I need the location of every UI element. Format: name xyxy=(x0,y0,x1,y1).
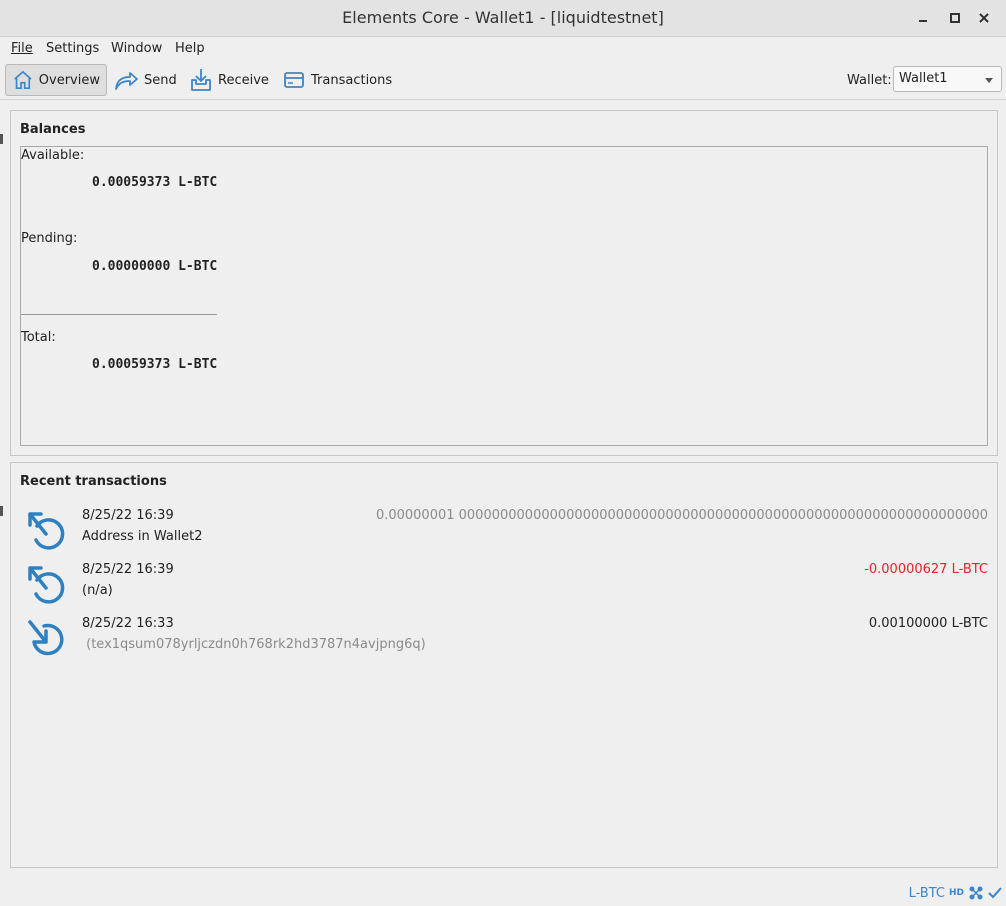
menu-help[interactable]: Help xyxy=(175,41,205,56)
available-label: Available: xyxy=(21,148,85,163)
available-balance: 0.00059373 L-BTC xyxy=(92,175,218,190)
transaction-amount: -0.00000627 L-BTC xyxy=(864,562,988,577)
balances-frame xyxy=(20,146,988,446)
status-bar: L-BTC HD xyxy=(909,884,1002,902)
hd-wallet-icon: HD xyxy=(948,888,964,898)
minimize-button[interactable] xyxy=(914,9,932,27)
pending-label: Pending: xyxy=(21,231,78,246)
transaction-description: (tex1qsum078yrljczdn0h768rk2hd3787n4avjp… xyxy=(82,637,426,652)
menu-bar: File Settings Window Help xyxy=(0,37,1006,61)
transaction-row[interactable]: 8/25/22 16:39 Address in Wallet2 0.00000… xyxy=(20,506,988,556)
close-icon xyxy=(979,13,989,23)
display-unit[interactable]: L-BTC xyxy=(909,886,945,901)
maximize-button[interactable] xyxy=(946,9,964,27)
wallet-select[interactable]: Wallet1 xyxy=(893,66,1002,92)
chevron-down-icon xyxy=(985,78,993,83)
balances-title: Balances xyxy=(20,122,86,137)
tab-send-label: Send xyxy=(144,72,177,88)
transaction-date: 8/25/22 16:33 xyxy=(82,616,174,631)
tab-receive-label: Receive xyxy=(218,72,269,88)
transaction-received-icon xyxy=(28,620,64,656)
menu-help-label: Help xyxy=(175,41,205,56)
network-icon[interactable] xyxy=(968,885,984,901)
pending-balance: 0.00000000 L-BTC xyxy=(92,259,218,274)
splitter-handle xyxy=(0,506,3,516)
tab-transactions-label: Transactions xyxy=(311,72,393,88)
tab-transactions[interactable]: Transactions xyxy=(276,64,398,96)
menu-window-label: Window xyxy=(111,41,163,56)
total-label: Total: xyxy=(21,330,56,345)
tab-send[interactable]: Send xyxy=(107,64,183,96)
menu-settings[interactable]: Settings xyxy=(46,41,99,56)
tab-overview-label: Overview xyxy=(38,72,100,88)
transaction-row[interactable]: 8/25/22 16:33 (tex1qsum078yrljczdn0h768r… xyxy=(20,614,988,664)
maximize-icon xyxy=(950,13,960,23)
tab-overview[interactable]: Overview xyxy=(5,64,107,96)
card-icon xyxy=(284,72,304,88)
menu-file[interactable]: File xyxy=(11,41,33,56)
tab-receive[interactable]: Receive xyxy=(183,64,275,96)
close-button[interactable] xyxy=(975,9,993,27)
receive-tray-icon xyxy=(191,69,211,91)
transaction-sent-icon xyxy=(28,512,65,550)
home-icon xyxy=(14,70,32,89)
synced-checkmark-icon xyxy=(988,887,1002,899)
transaction-date: 8/25/22 16:39 xyxy=(82,562,174,577)
splitter-handle xyxy=(0,134,3,144)
transaction-description: (n/a) xyxy=(82,583,113,598)
transaction-amount: 0.00000001 00000000000000000000000000000… xyxy=(375,508,988,523)
minimize-icon xyxy=(919,20,927,22)
menu-file-label: File xyxy=(11,41,33,56)
balance-divider xyxy=(21,314,217,315)
transaction-sent-icon xyxy=(28,566,65,604)
transaction-description: Address in Wallet2 xyxy=(82,529,203,544)
menu-settings-label: Settings xyxy=(46,41,100,56)
window-title: Elements Core - Wallet1 - [liquidtestnet… xyxy=(342,8,664,27)
total-balance: 0.00059373 L-BTC xyxy=(92,357,218,372)
toolbar: Overview Send Receive Transactions Walle… xyxy=(0,62,1006,100)
transaction-date: 8/25/22 16:39 xyxy=(82,508,174,523)
wallet-label: Wallet: xyxy=(847,73,892,88)
send-arrow-icon xyxy=(115,72,138,90)
menu-window[interactable]: Window xyxy=(111,41,162,56)
recent-transactions-title: Recent transactions xyxy=(20,474,167,489)
wallet-select-value: Wallet1 xyxy=(899,71,948,86)
title-bar: Elements Core - Wallet1 - [liquidtestnet… xyxy=(0,0,1006,37)
transaction-row[interactable]: 8/25/22 16:39 (n/a) -0.00000627 L-BTC xyxy=(20,560,988,610)
transaction-amount: 0.00100000 L-BTC xyxy=(868,616,988,631)
